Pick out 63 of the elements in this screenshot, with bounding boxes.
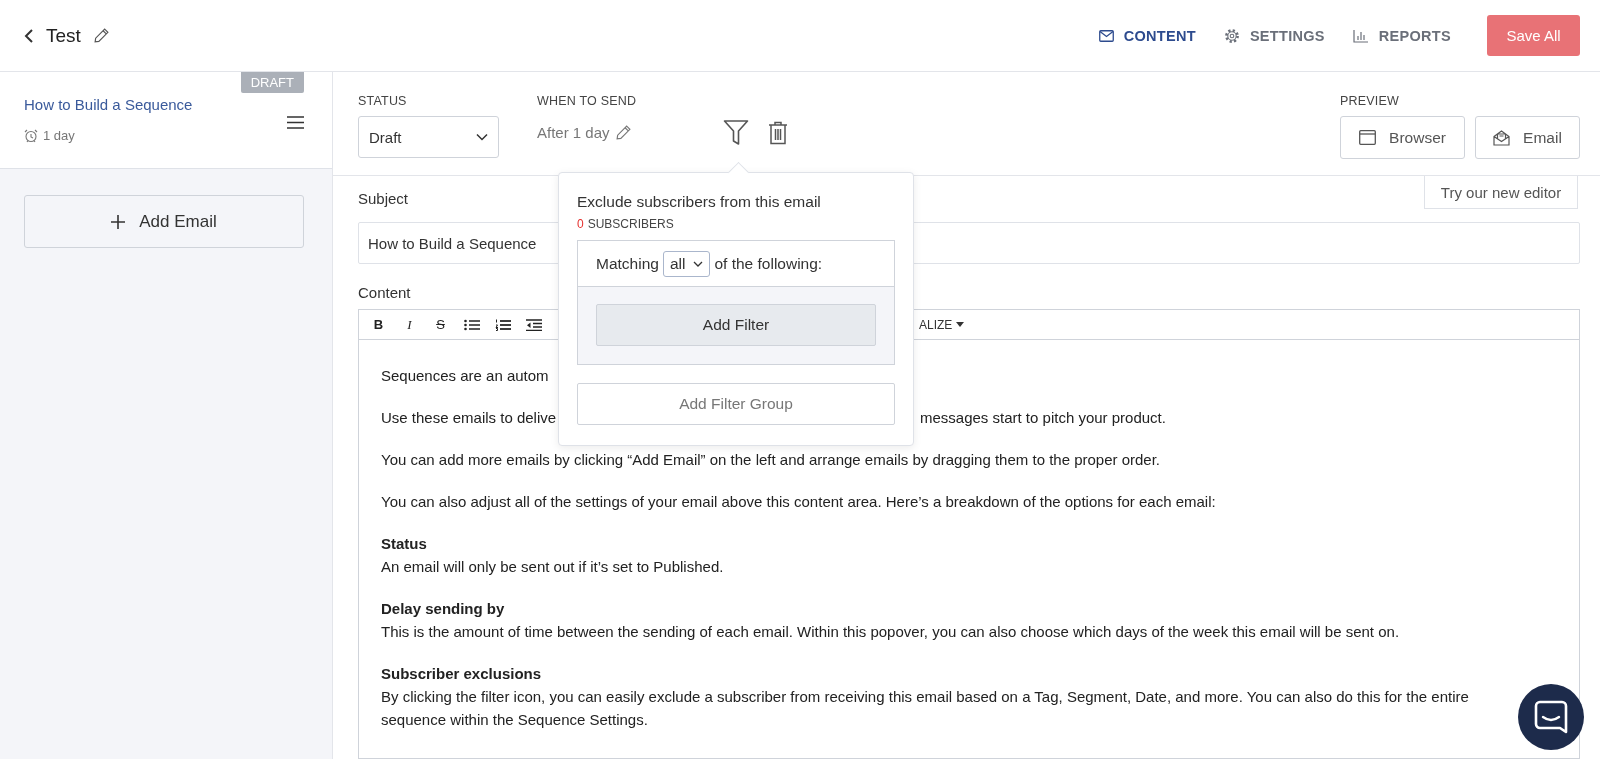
field-label: Subject	[358, 190, 409, 209]
sequence-title: Test	[46, 24, 81, 47]
strikethrough-button[interactable]: S	[427, 313, 454, 336]
nav-tab[interactable]: REPORTS	[1352, 21, 1451, 50]
nav-tab[interactable]: SETTINGS	[1223, 21, 1325, 50]
paragraph: This is the amount of time between the sending of each email. Within this popover, you can also choose which days of the week this email will be sent on.	[381, 623, 1400, 640]
delay-value[interactable]: After 1 day	[537, 123, 610, 141]
paragraph: An email will only be sent out if it’s set to Published.	[381, 558, 724, 575]
add-filter-button[interactable]: Add Filter	[596, 304, 876, 346]
chat-icon	[1534, 700, 1568, 734]
trash-icon	[768, 121, 788, 145]
email-card[interactable]: DRAFT How to Build a Sequence 1 day	[0, 72, 332, 169]
alarm-clock-icon	[24, 128, 38, 143]
drag-handle[interactable]	[287, 116, 304, 129]
bar-chart-icon	[1352, 28, 1369, 43]
back-button[interactable]	[24, 27, 34, 44]
field-label: Content	[358, 284, 412, 303]
edit-button[interactable]	[92, 27, 110, 44]
menu-icon	[287, 116, 304, 129]
popover-title: Exclude subscribers from this email	[577, 193, 822, 211]
add-filter-group-button[interactable]: Add Filter Group	[577, 383, 895, 425]
new-editor-button[interactable]: Try our new editor	[1424, 176, 1578, 209]
bullet-list-icon	[463, 318, 480, 331]
italic-button[interactable]: I	[396, 313, 423, 336]
paragraph: By clicking the filter icon, you can easily exclude a subscriber from receiving this email based on a Tag, Segment, Date, and more. You can also do this for the entire sequence within the Sequence Settings.	[381, 688, 1469, 728]
field-label: WHEN TO SEND	[537, 94, 638, 108]
preview-button[interactable]: Email	[1475, 116, 1580, 159]
status-select[interactable]: Draft	[358, 116, 499, 158]
paragraph: Sequences are an autom	[381, 366, 549, 386]
personalize-button[interactable]: ALIZE	[919, 317, 1579, 332]
preview-button[interactable]: Browser	[1340, 116, 1465, 159]
back-icon	[24, 27, 34, 44]
section-heading: Status	[381, 534, 428, 554]
numbered-list-icon	[494, 318, 511, 331]
chevron-down-icon	[476, 133, 488, 141]
delete-button[interactable]	[768, 121, 788, 145]
match-select[interactable]: all	[662, 250, 711, 277]
status-badge: DRAFT	[240, 72, 304, 93]
field-label: PREVIEW	[1340, 94, 1401, 108]
section-heading: Subscriber exclusions	[381, 664, 543, 684]
gear-icon	[1223, 27, 1240, 44]
field-label: STATUS	[358, 94, 408, 108]
plus-icon	[111, 214, 126, 229]
pencil-icon	[92, 27, 110, 44]
paragraph: Use these emails to delive	[381, 408, 557, 428]
section-heading: Delay sending by	[381, 599, 506, 619]
envelope-icon	[1098, 29, 1114, 42]
paragraph: You can also adjust all of the settings of your email above this content area. Here’s a breakdown of the options for each email:	[381, 492, 1217, 512]
chevron-down-icon	[693, 260, 704, 267]
browser-window-icon	[1359, 130, 1377, 145]
paragraph: You can add more emails by clicking “Add Email” on the left and arrange emails by dragging them to the proper order.	[381, 450, 1162, 470]
paragraph: messages start to pitch your product.	[920, 408, 1166, 428]
pencil-icon	[614, 123, 632, 141]
add-email-button[interactable]: Add Email	[24, 195, 304, 248]
bold-button[interactable]: B	[365, 313, 392, 336]
envelope-icon	[1493, 129, 1511, 146]
email-title[interactable]: How to Build a Sequence	[24, 96, 193, 113]
filter-button[interactable]	[723, 119, 749, 146]
nav-tab[interactable]: CONTENT	[1098, 21, 1196, 50]
outdent-icon	[525, 318, 542, 331]
caret-icon	[956, 322, 965, 327]
filter-icon	[723, 119, 749, 146]
delay-text: 1 day	[43, 128, 75, 143]
